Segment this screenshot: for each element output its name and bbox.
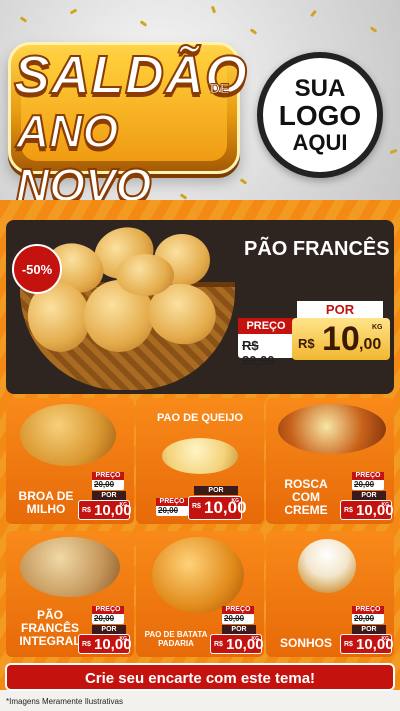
- price-tag: R$ 10,00 KG: [78, 500, 132, 520]
- logo-line-2: LOGO: [278, 100, 362, 132]
- preco-label: PREÇO: [222, 606, 254, 614]
- price-tag: R$ 10,00 KG: [340, 634, 394, 654]
- logo-line-1: SUA: [294, 75, 346, 103]
- preco-label: PREÇO: [92, 472, 124, 480]
- title-line-1: SALDÃO: [13, 44, 248, 106]
- price-currency: R$: [82, 641, 91, 648]
- old-price: 20,00: [224, 614, 245, 623]
- old-price-tag: PREÇO 20,00: [222, 606, 254, 624]
- logo-placeholder: SUA LOGO AQUI: [257, 52, 383, 178]
- preco-label: PREÇO: [92, 606, 124, 614]
- discount-badge: -50%: [12, 244, 62, 294]
- preco-label: PREÇO: [352, 472, 384, 480]
- old-price-tag: PREÇO 20,00: [92, 606, 124, 624]
- price-integer: 10: [322, 320, 360, 358]
- rosca-image: [278, 404, 386, 454]
- confetti-decoration: [19, 16, 28, 23]
- por-label: POR: [92, 625, 126, 634]
- product-name: PAO DE BATATA PADARIA: [144, 630, 208, 648]
- price-unit: KG: [119, 636, 128, 642]
- price-tag: R$ 10,00 KG: [188, 496, 247, 520]
- pao-batata-image: [152, 537, 244, 613]
- price-tag: R$ 10,00 KG: [78, 634, 132, 654]
- por-label: POR: [92, 491, 126, 500]
- por-label: POR: [352, 491, 386, 500]
- price-unit: KG: [381, 636, 390, 642]
- price-tag: R$ 10,00 KG: [340, 500, 394, 520]
- price-decimal: ,00: [359, 336, 382, 353]
- old-price: 20,00: [158, 506, 179, 515]
- bread-roll-image: [116, 254, 174, 296]
- logo-line-3: AQUI: [292, 129, 348, 155]
- confetti-decoration: [139, 20, 148, 27]
- price-currency: R$: [82, 507, 91, 514]
- por-label: POR: [352, 625, 386, 634]
- product-name: PAO DE QUEIJO: [157, 412, 243, 424]
- sonho-image: [298, 539, 356, 593]
- old-price: 20,00: [94, 614, 115, 623]
- price-value: 10,00: [204, 498, 247, 517]
- title-de: DE: [209, 80, 230, 97]
- old-price-tag: PREÇO R$ 20,00: [238, 318, 294, 368]
- confetti-decoration: [69, 8, 78, 15]
- confetti-decoration: [310, 9, 317, 18]
- product-name: SONHOS: [279, 636, 332, 650]
- old-price-tag: PREÇO 20,00: [156, 498, 188, 516]
- old-price-tag: PREÇO 20,00: [352, 472, 384, 490]
- title-line-2: ANO NOVO: [15, 104, 152, 212]
- price-currency: R$: [344, 641, 353, 648]
- price-unit: KG: [231, 498, 240, 504]
- price-currency: R$: [214, 641, 223, 648]
- old-price-tag: PREÇO 20,00: [352, 606, 384, 624]
- product-name: BROA DE MILHO: [18, 489, 74, 517]
- price-tag: R$ 10,00 KG: [210, 634, 264, 654]
- por-label: POR: [222, 625, 256, 634]
- broa-image: [20, 404, 116, 466]
- por-label: POR: [194, 486, 238, 495]
- old-price: R$ 20,00: [242, 338, 275, 368]
- price-unit: KG: [381, 502, 390, 508]
- preco-label: PREÇO: [156, 498, 188, 506]
- price-tag: R$ 10 ,00 KG: [292, 318, 390, 360]
- featured-product-name: PÃO FRANCÊS: [244, 238, 390, 260]
- confetti-decoration: [369, 26, 378, 33]
- old-price: 20,00: [354, 614, 375, 623]
- preco-label: PREÇO: [352, 606, 384, 614]
- price-unit: KG: [251, 636, 260, 642]
- disclaimer-text: *Imagens Meramente Ilustrativas: [6, 697, 123, 706]
- old-price-tag: PREÇO 20,00: [92, 472, 124, 490]
- confetti-decoration: [249, 28, 258, 35]
- price-currency: R$: [298, 336, 315, 351]
- price-unit: KG: [372, 324, 383, 331]
- confetti-decoration: [389, 148, 398, 155]
- por-label: POR: [297, 301, 383, 319]
- create-flyer-button[interactable]: Crie seu encarte com este tema!: [5, 663, 395, 691]
- old-price: 20,00: [94, 480, 115, 489]
- price-currency: R$: [192, 503, 201, 510]
- pao-de-queijo-image: [162, 438, 238, 474]
- old-price: 20,00: [354, 480, 375, 489]
- preco-label: PREÇO: [238, 318, 294, 334]
- product-name: ROSCA COM CREME: [284, 477, 328, 518]
- price-unit: KG: [119, 502, 128, 508]
- price-currency: R$: [344, 507, 353, 514]
- confetti-decoration: [210, 5, 217, 14]
- pao-integral-image: [20, 537, 120, 597]
